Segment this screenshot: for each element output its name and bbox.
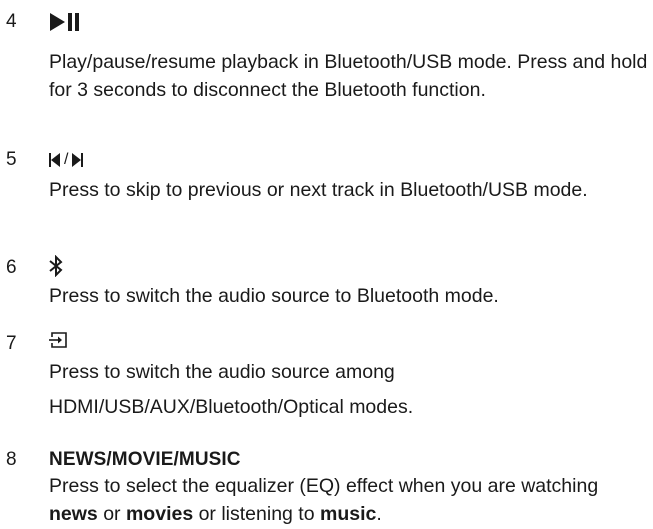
desc-keyword-news: news bbox=[49, 503, 98, 525]
item-description-line-2: HDMI/USB/AUX/Bluetooth/Optical modes. bbox=[49, 396, 414, 418]
previous-track-icon bbox=[49, 153, 60, 167]
item-number: 8 bbox=[6, 449, 17, 470]
play-pause-icon bbox=[49, 10, 81, 34]
item-description: Play/pause/resume playback in Bluetooth/… bbox=[49, 51, 648, 101]
item-description-line-1: Press to switch the audio source among bbox=[49, 361, 395, 383]
source-input-icon bbox=[49, 328, 69, 352]
item-description: Press to skip to previous or next track … bbox=[49, 179, 588, 201]
item-title: NEWS/MOVIE/MUSIC bbox=[49, 449, 241, 470]
desc-keyword-movies: movies bbox=[125, 503, 194, 525]
item-number: 4 bbox=[6, 11, 17, 32]
previous-next-track-icon: / bbox=[49, 148, 84, 172]
item-description: Press to select the equalizer (EQ) effec… bbox=[49, 472, 649, 528]
desc-text: or bbox=[97, 503, 126, 525]
item-description: Press to switch the audio source to Blue… bbox=[49, 285, 499, 307]
item-number: 6 bbox=[6, 257, 17, 278]
desc-text: Press to select the equalizer (EQ) effec… bbox=[49, 475, 599, 497]
bluetooth-icon bbox=[49, 254, 63, 278]
next-track-icon bbox=[72, 153, 84, 167]
desc-text: or listening to bbox=[193, 503, 320, 525]
desc-keyword-music: music bbox=[320, 503, 377, 525]
icon-separator: / bbox=[64, 151, 69, 168]
desc-text: . bbox=[376, 503, 382, 525]
item-number: 5 bbox=[6, 149, 17, 170]
item-number: 7 bbox=[6, 333, 17, 354]
